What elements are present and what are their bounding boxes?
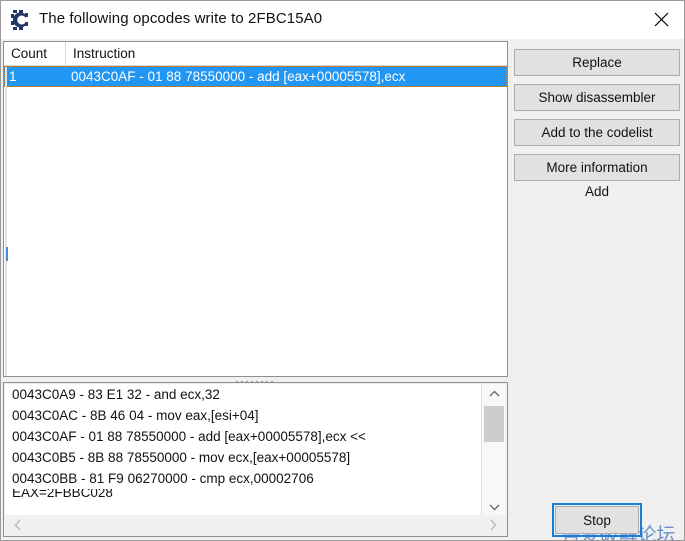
list-item[interactable]: 0043C0A9 - 83 E1 32 - and ecx,32	[5, 384, 482, 405]
close-icon[interactable]	[638, 1, 684, 38]
title-bar: The following opcodes write to 2FBC15A0	[1, 1, 684, 39]
disassembly-panel[interactable]: 0043C0A9 - 83 E1 32 - and ecx,32 0043C0A…	[3, 382, 508, 537]
row-count-cell: 1	[9, 69, 17, 84]
replace-button[interactable]: Replace	[514, 49, 680, 76]
chevron-up-icon[interactable]	[482, 384, 506, 403]
action-button-panel: Replace Show disassembler Add to the cod…	[512, 41, 682, 538]
opcode-list-body: 1 0043C0AF - 01 88 78550000 - add [eax+0…	[4, 66, 507, 376]
opcode-list-scrollbar-thumb[interactable]	[6, 247, 8, 261]
add-label: Add	[584, 184, 610, 199]
list-item-clipped[interactable]: EAX=2FBBC028	[5, 489, 482, 501]
disassembly-scrollbar-thumb[interactable]	[484, 406, 504, 442]
stop-button[interactable]: Stop	[552, 503, 642, 537]
cheat-engine-logo-icon	[10, 9, 32, 31]
row-instruction-cell: 0043C0AF - 01 88 78550000 - add [eax+000…	[71, 69, 406, 84]
opcode-finder-window: The following opcodes write to 2FBC15A0 …	[0, 0, 685, 541]
disassembly-vertical-scrollbar[interactable]	[481, 384, 506, 516]
chevron-down-icon[interactable]	[482, 497, 506, 516]
show-disassembler-button[interactable]: Show disassembler	[514, 84, 680, 111]
chevron-left-icon[interactable]	[7, 515, 29, 535]
disassembly-text-area[interactable]: 0043C0A9 - 83 E1 32 - and ecx,32 0043C0A…	[5, 384, 482, 516]
list-item[interactable]: 0043C0B5 - 8B 88 78550000 - mov ecx,[eax…	[5, 447, 482, 468]
list-item[interactable]: 0043C0AF - 01 88 78550000 - add [eax+000…	[5, 426, 482, 447]
add-to-codelist-button[interactable]: Add to the codelist	[514, 119, 680, 146]
column-header-instruction[interactable]: Instruction	[66, 42, 507, 65]
table-row[interactable]: 1 0043C0AF - 01 88 78550000 - add [eax+0…	[4, 66, 507, 87]
window-title: The following opcodes write to 2FBC15A0	[39, 10, 323, 27]
disassembly-horizontal-scrollbar[interactable]	[5, 515, 506, 535]
opcode-list-header: Count Instruction	[4, 42, 507, 66]
client-area: Count Instruction 1 0043C0AF - 01 88 785…	[1, 39, 684, 540]
opcode-list[interactable]: Count Instruction 1 0043C0AF - 01 88 785…	[3, 41, 508, 377]
opcode-list-scrollbar[interactable]	[5, 67, 8, 376]
list-item[interactable]: 0043C0BB - 81 F9 06270000 - cmp ecx,0000…	[5, 468, 482, 489]
more-information-button[interactable]: More information	[514, 154, 680, 181]
list-item[interactable]: 0043C0AC - 8B 46 04 - mov eax,[esi+04]	[5, 405, 482, 426]
column-header-count[interactable]: Count	[4, 42, 66, 65]
chevron-right-icon[interactable]	[482, 515, 504, 535]
